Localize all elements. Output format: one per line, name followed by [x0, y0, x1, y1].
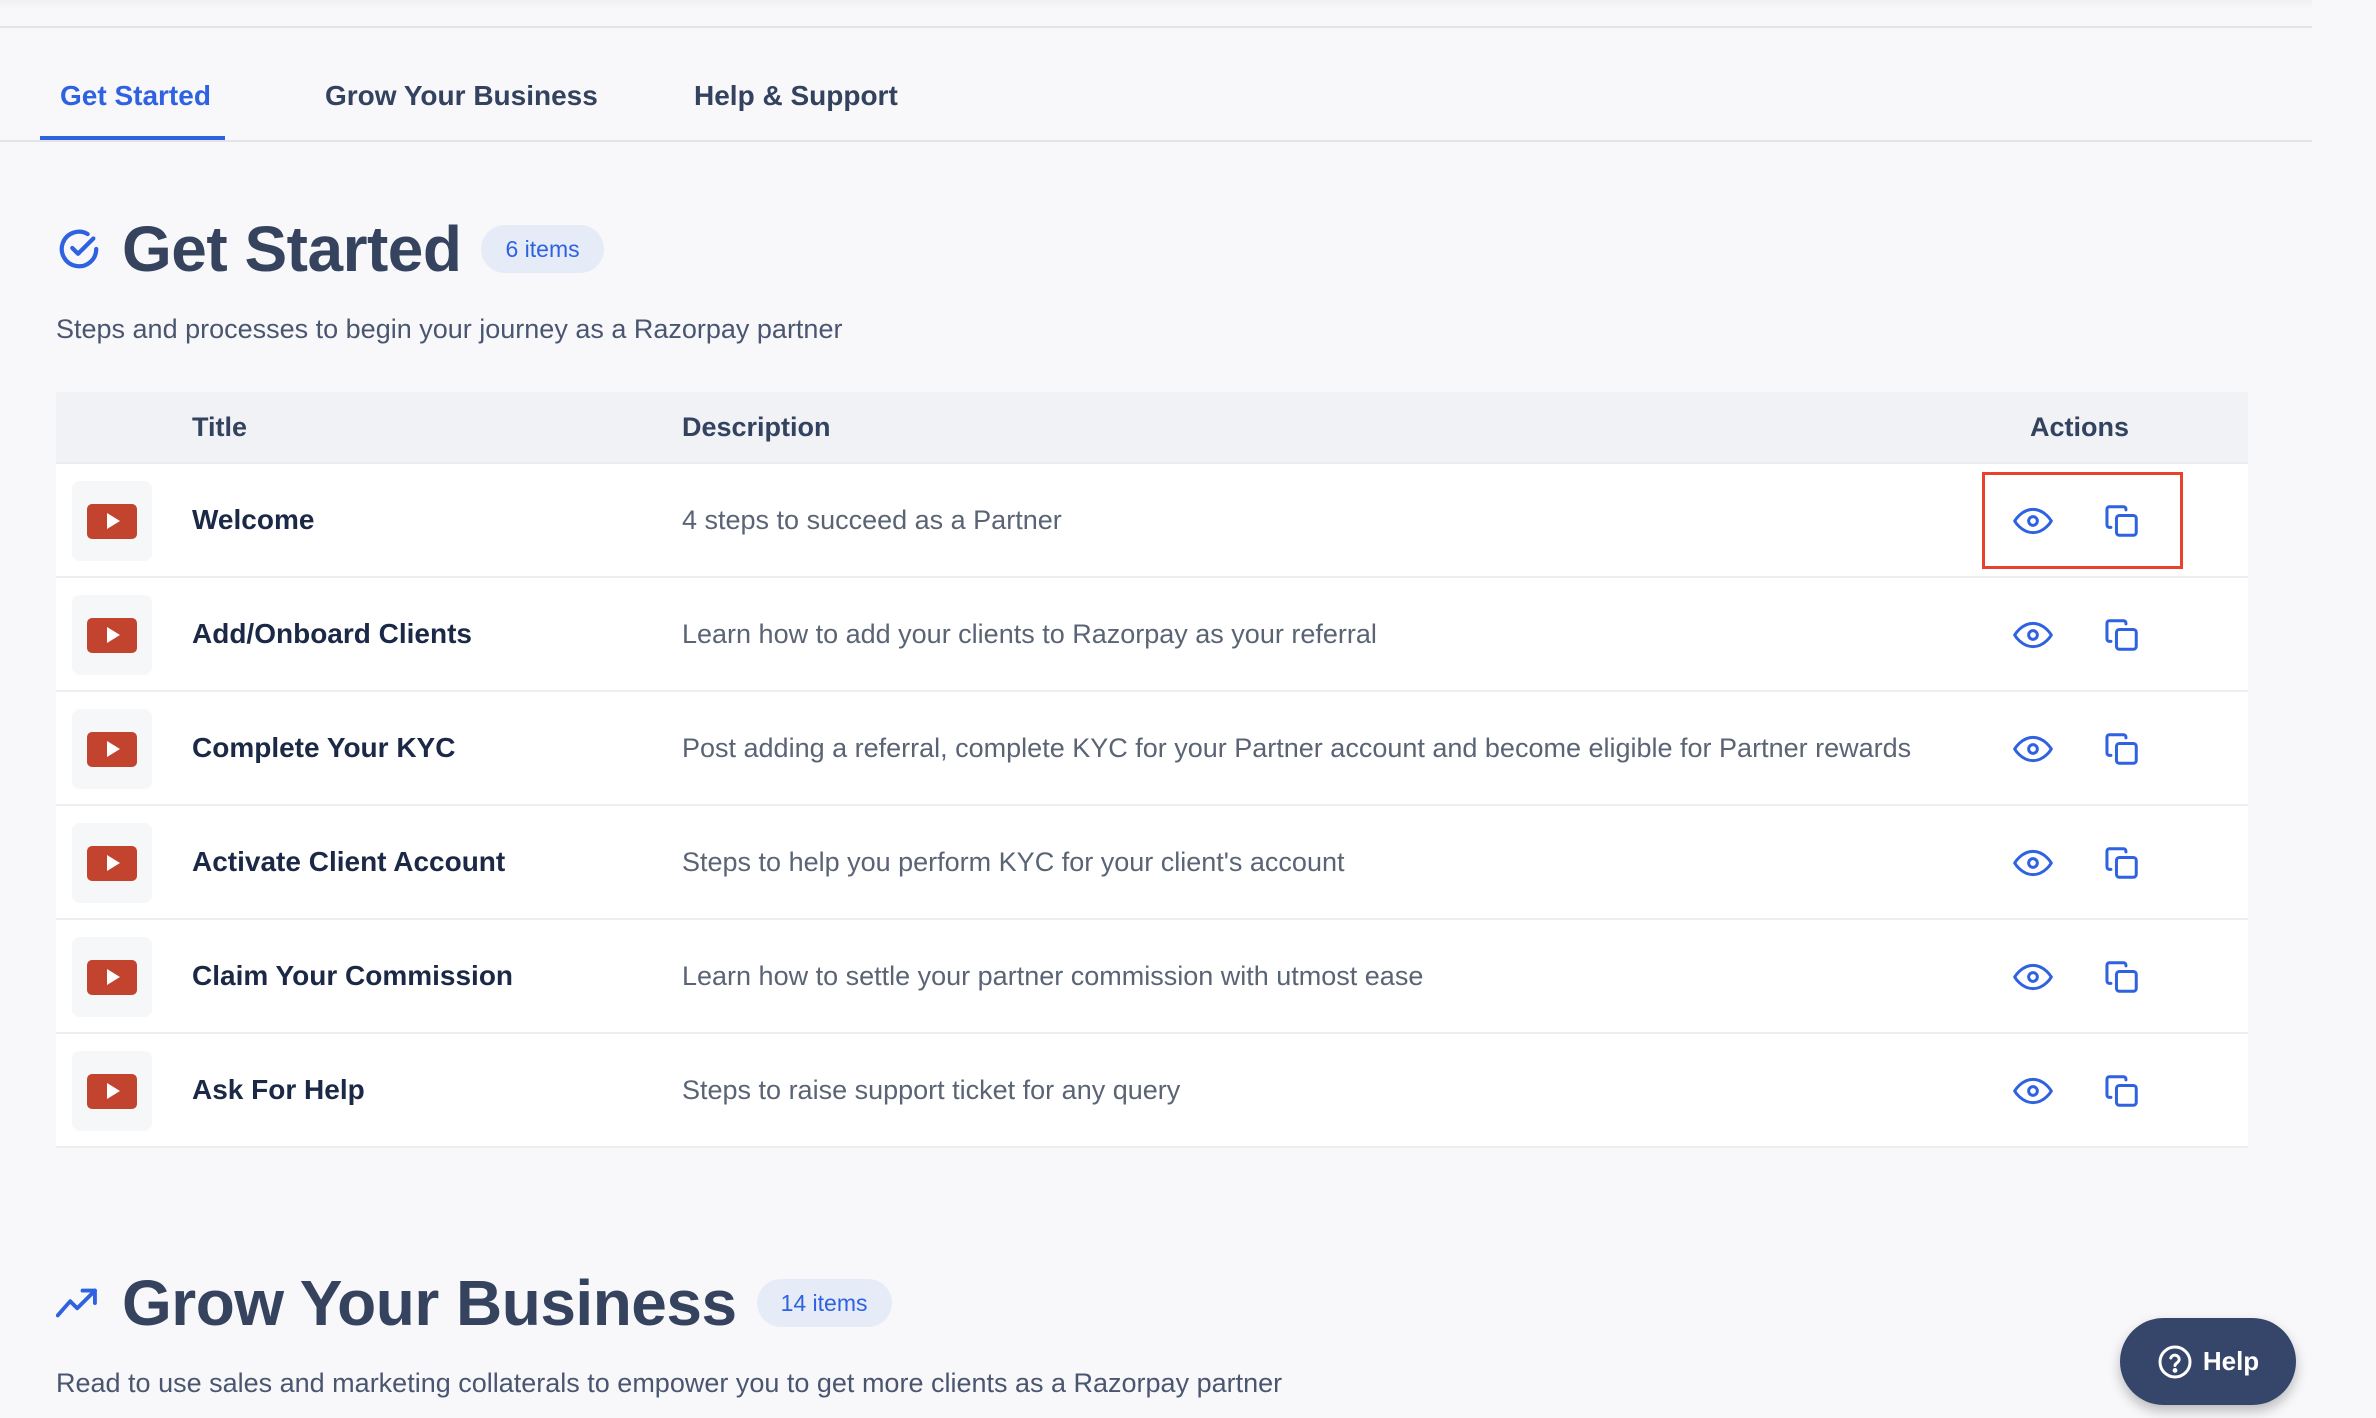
- active-tab-indicator: [40, 136, 225, 140]
- row-description: Learn how to settle your partner commiss…: [682, 961, 1424, 991]
- section-title: Grow Your Business: [122, 1267, 737, 1339]
- copy-icon: [2103, 502, 2141, 540]
- copy-link-button[interactable]: [2100, 615, 2144, 655]
- video-thumbnail[interactable]: [72, 481, 152, 561]
- item-count-badge: 6 items: [481, 225, 604, 273]
- video-thumbnail[interactable]: [72, 823, 152, 903]
- copy-link-button[interactable]: [2100, 957, 2144, 997]
- video-thumbnail[interactable]: [72, 709, 152, 789]
- row-description: Steps to raise support ticket for any qu…: [682, 1075, 1181, 1105]
- copy-link-button[interactable]: [2100, 1071, 2144, 1111]
- tab-get-started[interactable]: Get Started: [60, 80, 211, 112]
- table-row: Ask For Help Steps to raise support ticke…: [56, 1034, 2248, 1148]
- page: Get Started Grow Your Business Help & Su…: [0, 0, 2376, 1418]
- copy-icon: [2103, 616, 2141, 654]
- item-count-badge: 14 items: [756, 1279, 892, 1327]
- row-title: Welcome: [192, 504, 315, 535]
- row-title: Activate Client Account: [192, 846, 506, 877]
- table-header: Title Description Actions: [56, 392, 2248, 464]
- row-description: Post adding a referral, complete KYC for…: [682, 733, 1912, 763]
- column-header-actions: Actions: [2030, 412, 2130, 442]
- row-title: Complete Your KYC: [192, 732, 456, 763]
- tab-bar: Get Started Grow Your Business Help & Su…: [0, 28, 2312, 142]
- trending-up-icon: [56, 1280, 102, 1326]
- table-row: Claim Your Commission Learn how to settle…: [56, 920, 2248, 1034]
- table-row: Activate Client Account Steps to help you…: [56, 806, 2248, 920]
- tab-help-support[interactable]: Help & Support: [694, 80, 898, 112]
- eye-icon: [2013, 849, 2053, 877]
- column-header-title: Title: [192, 412, 248, 442]
- copy-link-button[interactable]: [2100, 729, 2144, 769]
- video-play-icon: [87, 617, 137, 653]
- row-title: Add/Onboard Clients: [192, 618, 472, 649]
- get-started-table: Title Description Actions Welcome 4 steps…: [56, 392, 2248, 1148]
- help-button-label: Help: [2202, 1346, 2260, 1376]
- table-row: Complete Your KYC Post adding a referral,…: [56, 692, 2248, 806]
- video-play-icon: [87, 845, 137, 881]
- copy-icon: [2103, 958, 2141, 996]
- table-row: Add/Onboard Clients Learn how to add your…: [56, 578, 2248, 692]
- video-thumbnail[interactable]: [72, 937, 152, 1017]
- section-description: Steps and processes to begin your journe…: [56, 314, 843, 344]
- question-circle-icon: [2158, 1345, 2192, 1378]
- eye-icon: [2013, 507, 2053, 535]
- video-play-icon: [87, 503, 137, 539]
- header-shadow: [0, 0, 2312, 10]
- section-title: Get Started: [122, 213, 462, 285]
- grow-business-header: Grow Your Business 14 items: [56, 1266, 892, 1340]
- copy-icon: [2103, 844, 2141, 882]
- video-play-icon: [87, 959, 137, 995]
- eye-icon: [2013, 1077, 2053, 1105]
- tab-grow-your-business[interactable]: Grow Your Business: [325, 80, 598, 112]
- video-thumbnail[interactable]: [72, 595, 152, 675]
- row-title: Claim Your Commission: [192, 960, 514, 991]
- copy-link-button[interactable]: [2100, 843, 2144, 883]
- video-play-icon: [87, 731, 137, 767]
- eye-icon: [2013, 735, 2053, 763]
- view-button[interactable]: [2011, 501, 2055, 541]
- video-thumbnail[interactable]: [72, 1051, 152, 1131]
- row-title: Ask For Help: [192, 1074, 365, 1105]
- eye-icon: [2013, 621, 2053, 649]
- help-button[interactable]: Help: [2120, 1318, 2296, 1405]
- copy-icon: [2103, 730, 2141, 768]
- eye-icon: [2013, 963, 2053, 991]
- row-description: 4 steps to succeed as a Partner: [682, 505, 1062, 535]
- check-circle-icon: [56, 226, 102, 272]
- view-button[interactable]: [2011, 615, 2055, 655]
- get-started-header: Get Started 6 items: [56, 212, 604, 286]
- column-header-description: Description: [682, 412, 831, 442]
- view-button[interactable]: [2011, 843, 2055, 883]
- section-description: Read to use sales and marketing collater…: [56, 1368, 1283, 1398]
- view-button[interactable]: [2011, 729, 2055, 769]
- view-button[interactable]: [2011, 1071, 2055, 1111]
- view-button[interactable]: [2011, 957, 2055, 997]
- row-description: Learn how to add your clients to Razorpa…: [682, 619, 1377, 649]
- video-play-icon: [87, 1073, 137, 1109]
- row-description: Steps to help you perform KYC for your c…: [682, 847, 1345, 877]
- table-row: Welcome 4 steps to succeed as a Partner: [56, 464, 2248, 578]
- copy-link-button[interactable]: [2100, 501, 2144, 541]
- copy-icon: [2103, 1072, 2141, 1110]
